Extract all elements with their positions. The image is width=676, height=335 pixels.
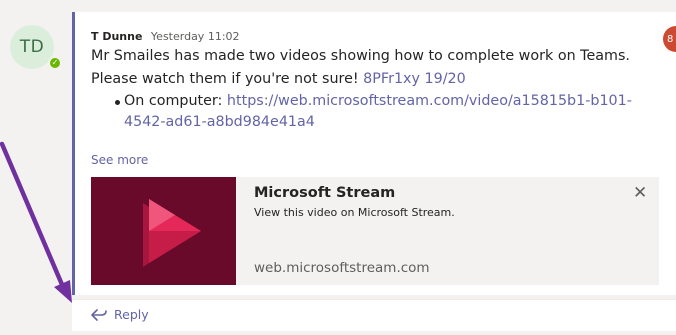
microsoft-stream-logo-icon: [91, 177, 236, 285]
stream-thumbnail: [91, 177, 236, 285]
message-line-2: Please watch them if you're not sure! 8P…: [91, 69, 676, 90]
message-header: T Dunne Yesterday 11:02: [91, 30, 676, 44]
bullet-dot: [115, 100, 120, 105]
reply-button-label[interactable]: Reply: [114, 307, 149, 322]
message-timestamp: Yesterday 11:02: [150, 30, 240, 43]
message-body: T Dunne Yesterday 11:02 Mr Smailes has m…: [75, 12, 676, 133]
see-more-link[interactable]: See more: [91, 153, 148, 167]
bullet-label: On computer:: [124, 93, 223, 109]
avatar-initials: TD: [19, 37, 45, 57]
link-preview-card[interactable]: Microsoft Stream View this video on Micr…: [91, 177, 659, 285]
reply-bar[interactable]: Reply: [72, 299, 676, 331]
reaction-badge-text: 8: [667, 33, 674, 45]
stream-video-link-continued[interactable]: 4542-ad61-a8bd984e41a4: [124, 114, 315, 130]
stream-video-link[interactable]: https://web.microsoftstream.com/video/a1…: [227, 93, 632, 109]
preview-title[interactable]: Microsoft Stream: [254, 185, 395, 201]
preview-description: View this video on Microsoft Stream.: [254, 206, 455, 219]
bullet-list-item: On computer: https://web.microsoftstream…: [91, 91, 676, 133]
author-name[interactable]: T Dunne: [91, 30, 142, 43]
presence-available-icon: ✓: [48, 56, 62, 70]
reply-arrow-icon: [91, 309, 107, 321]
close-preview-icon[interactable]: ✕: [633, 185, 647, 202]
message-card: T Dunne Yesterday 11:02 Mr Smailes has m…: [72, 12, 676, 295]
class-code-link[interactable]: 8PFr1xy 19/20: [363, 71, 466, 87]
message-line-1: Mr Smailes has made two videos showing h…: [91, 48, 630, 64]
preview-domain: web.microsoftstream.com: [254, 260, 430, 276]
message-text: Please watch them if you're not sure!: [91, 71, 359, 87]
